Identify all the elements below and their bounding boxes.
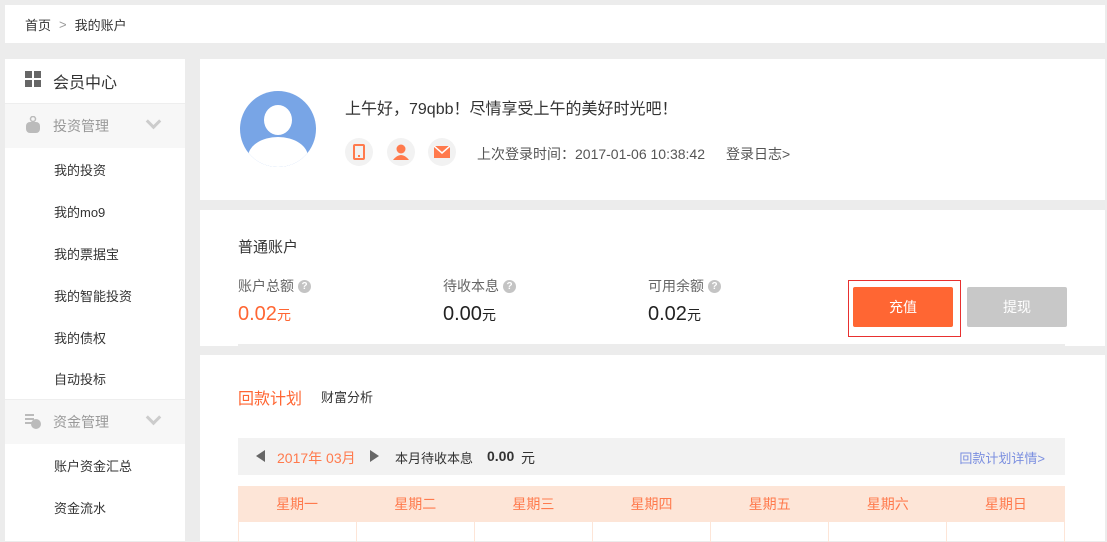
sidebar-item-my-investment[interactable]: 我的投资 bbox=[5, 148, 185, 190]
pending-label: 本月待收本息 bbox=[395, 451, 474, 466]
help-icon[interactable]: ? bbox=[708, 279, 721, 293]
grid-icon bbox=[25, 70, 41, 92]
help-icon[interactable]: ? bbox=[503, 279, 516, 293]
sidebar-item-fund-summary[interactable]: 账户资金汇总 bbox=[5, 444, 185, 486]
sidebar-member-center[interactable]: 会员中心 bbox=[5, 59, 185, 104]
sidebar-label: 会员中心 bbox=[53, 75, 118, 92]
plan-detail-link[interactable]: 回款计划详情> bbox=[959, 448, 1045, 467]
breadcrumb: 首页 > 我的账户 bbox=[5, 5, 1105, 43]
pending-value: 0.00 bbox=[487, 448, 515, 464]
pending-amount: 0.00元 bbox=[443, 303, 496, 325]
weekday: 星期四 bbox=[630, 496, 673, 512]
sidebar-item-auto-bid[interactable]: 自动投标 bbox=[5, 358, 185, 400]
sidebar-label: 投资管理 bbox=[53, 118, 109, 134]
last-login-time: 上次登录时间：2017-01-06 10:38:42 bbox=[477, 146, 705, 162]
sidebar: 会员中心 投资管理 我的投资 我的mo9 我的票据宝 我的智能投资 我的债权 自… bbox=[5, 59, 185, 541]
stat-label: 待收本息 bbox=[443, 278, 499, 294]
weekday: 星期三 bbox=[512, 496, 555, 512]
stat-label: 账户总额 bbox=[238, 278, 294, 294]
divider bbox=[238, 344, 1065, 346]
sidebar-item-smart-investment[interactable]: 我的智能投资 bbox=[5, 274, 185, 316]
piggy-bank-icon bbox=[25, 115, 41, 137]
calendar-cell[interactable] bbox=[947, 522, 1065, 542]
prev-month-icon[interactable] bbox=[256, 450, 265, 462]
sidebar-group-investment[interactable]: 投资管理 bbox=[5, 104, 185, 148]
available-amount: 0.02元 bbox=[648, 303, 701, 325]
sidebar-group-funds[interactable]: 资金管理 bbox=[5, 400, 185, 444]
withdraw-button[interactable]: 提现 bbox=[967, 287, 1067, 327]
tab-repayment-plan[interactable]: 回款计划 bbox=[238, 385, 302, 409]
current-month: 2017年 03月 bbox=[277, 450, 356, 466]
phone-icon[interactable] bbox=[345, 138, 373, 166]
calendar-cell[interactable] bbox=[357, 522, 475, 542]
calendar-row bbox=[238, 522, 1065, 542]
coin-list-icon bbox=[25, 413, 41, 432]
breadcrumb-separator: > bbox=[59, 16, 67, 32]
recharge-button[interactable]: 充值 bbox=[853, 287, 953, 327]
user-icon[interactable] bbox=[387, 138, 415, 166]
tab-wealth-analysis[interactable]: 财富分析 bbox=[321, 387, 373, 406]
calendar-cell[interactable] bbox=[829, 522, 947, 542]
calendar-cell[interactable] bbox=[239, 522, 357, 542]
profile-panel: 上午好，79qbb！尽情享受上午的美好时光吧！ 上次登录时间：2017-01-0… bbox=[200, 59, 1105, 200]
sidebar-item-fund-flow[interactable]: 资金流水 bbox=[5, 486, 185, 528]
sidebar-item-my-mo9[interactable]: 我的mo9 bbox=[5, 190, 185, 232]
help-icon[interactable]: ? bbox=[298, 279, 311, 293]
chevron-down-icon bbox=[145, 409, 162, 426]
weekday: 星期五 bbox=[748, 496, 791, 512]
account-panel: 普通账户 账户总额? 待收本息? 可用余额? 0.02元 0.00元 0.02元… bbox=[200, 210, 1105, 346]
avatar[interactable] bbox=[240, 91, 316, 167]
calendar-cell[interactable] bbox=[593, 522, 711, 542]
calendar-cell[interactable] bbox=[711, 522, 829, 542]
month-bar: 2017年 03月 本月待收本息 0.00 元 回款计划详情> bbox=[238, 438, 1065, 475]
pending-unit: 元 bbox=[521, 450, 535, 466]
login-log-link[interactable]: 登录日志> bbox=[726, 144, 790, 164]
calendar-cell[interactable] bbox=[475, 522, 593, 542]
account-title: 普通账户 bbox=[238, 239, 299, 256]
weekday: 星期一 bbox=[276, 496, 319, 512]
stat-label: 可用余额 bbox=[648, 278, 704, 294]
total-amount: 0.02元 bbox=[238, 303, 291, 325]
breadcrumb-home[interactable]: 首页 bbox=[25, 15, 51, 34]
weekday: 星期六 bbox=[866, 496, 909, 512]
sidebar-item-my-debt[interactable]: 我的债权 bbox=[5, 316, 185, 358]
sidebar-item-my-bills[interactable]: 我的票据宝 bbox=[5, 232, 185, 274]
chevron-down-icon bbox=[145, 113, 162, 130]
weekday: 星期日 bbox=[984, 496, 1027, 512]
breadcrumb-current: 我的账户 bbox=[74, 17, 127, 33]
mail-icon[interactable] bbox=[428, 138, 456, 166]
next-month-icon[interactable] bbox=[370, 450, 379, 462]
greeting: 上午好，79qbb！尽情享受上午的美好时光吧！ bbox=[345, 101, 678, 118]
repayment-panel: 回款计划 财富分析 2017年 03月 本月待收本息 0.00 元 回款计划详情… bbox=[200, 355, 1105, 542]
sidebar-label: 资金管理 bbox=[53, 414, 109, 430]
weekday-header: 星期一 星期二 星期三 星期四 星期五 星期六 星期日 bbox=[238, 486, 1065, 522]
weekday: 星期二 bbox=[394, 496, 437, 512]
